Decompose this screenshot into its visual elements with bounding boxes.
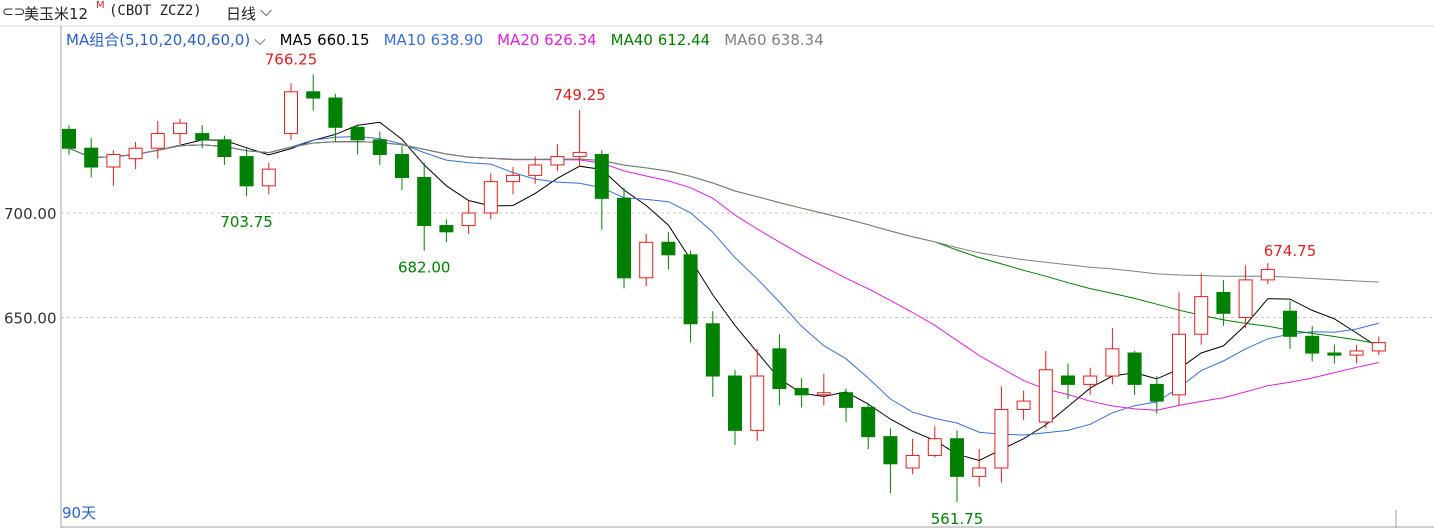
candle-body (883, 436, 898, 465)
ma-group-label: MA组合(5,10,20,40,60,0) (66, 31, 250, 49)
candle-body (661, 241, 676, 256)
candle-body (950, 438, 964, 477)
candle-body (195, 133, 210, 141)
candle-body (173, 122, 187, 135)
candle-body (483, 181, 498, 214)
ma-legend[interactable]: MA组合(5,10,20,40,60,0) ⌵ MA5 660.15 MA10 638… (66, 31, 824, 49)
candle-body (84, 147, 99, 168)
candle-body (128, 147, 143, 160)
candle-body (683, 254, 698, 325)
candle-body (816, 392, 831, 396)
y-tick-label: 650.00 (4, 310, 57, 328)
ma-legend-item: MA5 660.15 (280, 31, 370, 49)
candle-body (284, 91, 298, 135)
candle-body (1327, 352, 1342, 356)
price-annotation: 749.25 (553, 86, 606, 104)
candle-body (217, 139, 232, 158)
candle-body (1238, 279, 1253, 319)
candle-body (106, 153, 121, 168)
candle-body (1260, 268, 1275, 281)
candle-body (750, 375, 765, 431)
candle-body (62, 128, 76, 149)
candle-body (1194, 296, 1209, 335)
price-annotation: 682.00 (398, 259, 451, 277)
candle-body (861, 406, 876, 438)
candle-body (905, 454, 920, 469)
candle-body (506, 174, 520, 183)
candle-body (572, 151, 587, 158)
candle-body (1038, 369, 1053, 423)
candle-body (1216, 291, 1231, 314)
candle-body (439, 225, 454, 233)
candle-body (417, 176, 432, 227)
price-annotation: 674.75 (1264, 242, 1317, 260)
candle-body (794, 388, 809, 396)
chevron-down-icon: ⌵ (254, 31, 266, 49)
candle-body (972, 467, 987, 477)
candle-body (1305, 335, 1320, 354)
candle-body (261, 168, 276, 187)
candle-body (1083, 375, 1098, 385)
candle-body (839, 392, 853, 408)
candle-body (328, 97, 343, 128)
price-annotation: 703.75 (220, 213, 273, 231)
candle-body (528, 164, 543, 176)
candle-body (772, 348, 787, 390)
candle-body (617, 197, 631, 279)
price-annotation: 561.75 (931, 510, 984, 528)
candle-body (728, 375, 742, 431)
candle-body (239, 156, 254, 187)
candle-body (395, 153, 409, 178)
candle-body (350, 126, 365, 141)
ma-legend-item: MA40 612.44 (611, 31, 711, 49)
candle-body (1105, 348, 1120, 377)
candle-body (705, 323, 720, 377)
days-label: 90天 (62, 504, 96, 522)
candlestick-chart[interactable]: 700.00 650.00 766.25 749.25 703.75 682.00 561… (0, 0, 1434, 528)
candle-body (550, 156, 565, 166)
candle (617, 187, 631, 289)
candle-body (1283, 310, 1297, 337)
ma-legend-item: MA10 638.90 (384, 31, 484, 49)
candle-body (1371, 342, 1386, 352)
ma-legend-item: MA60 638.34 (724, 31, 824, 49)
candle-body (150, 133, 165, 149)
price-annotation: 766.25 (265, 51, 318, 69)
candle-body (994, 408, 1009, 469)
candle-body (1149, 383, 1164, 402)
candle-body (639, 241, 654, 279)
candle-body (306, 91, 321, 99)
candle-body (927, 438, 942, 456)
candle-body (1349, 350, 1364, 356)
candle-body (372, 139, 387, 155)
candle-body (594, 153, 609, 199)
ma-legend-item: MA20 626.34 (497, 31, 597, 49)
candle-body (1172, 333, 1186, 396)
candle-body (461, 212, 476, 227)
candle-body (1016, 400, 1031, 410)
y-tick-label: 700.00 (4, 205, 57, 223)
candle (284, 83, 298, 140)
candle-body (1127, 352, 1142, 385)
candle-body (1061, 375, 1075, 385)
